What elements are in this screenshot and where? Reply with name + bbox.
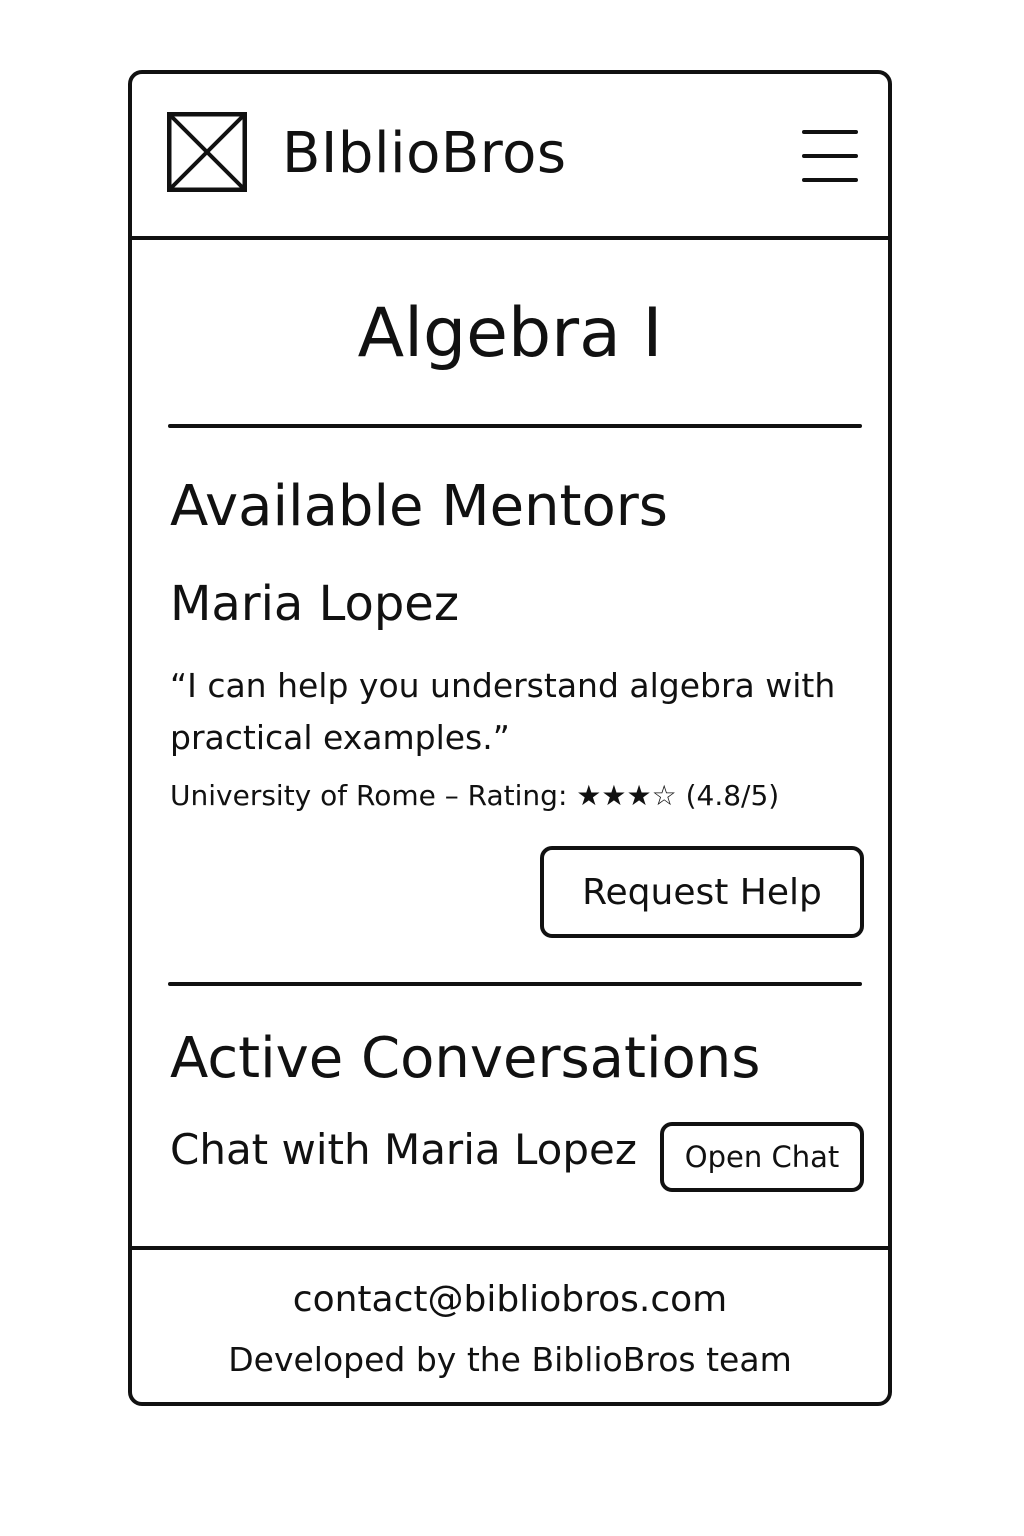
image-placeholder-icon[interactable] [167,112,247,192]
app-frame: BIblioBros Algebra I Available Mentors M… [128,70,892,1406]
conversation-label: Chat with Maria Lopez [170,1125,637,1174]
footer-email[interactable]: contact@bibliobros.com [132,1276,888,1324]
footer: contact@bibliobros.com Developed by the … [132,1246,888,1406]
active-conversations-heading: Active Conversations [170,1026,761,1091]
page-title: Algebra I [357,294,663,373]
hamburger-menu-icon[interactable] [802,128,858,186]
available-mentors-heading: Available Mentors [170,474,668,539]
request-help-button[interactable]: Request Help [540,846,864,938]
open-chat-button[interactable]: Open Chat [660,1122,864,1192]
mentor-quote: “I can help you understand algebra with … [170,666,836,757]
brand-name: BIblioBros [282,121,567,186]
header: BIblioBros [132,74,888,240]
mentor-meta: University of Rome – Rating: ★★★☆ (4.8/5… [170,779,780,812]
section-divider [168,982,862,986]
footer-credit: Developed by the BiblioBros team [228,1340,792,1379]
mentor-name: Maria Lopez [170,576,460,632]
section-divider [168,424,862,428]
